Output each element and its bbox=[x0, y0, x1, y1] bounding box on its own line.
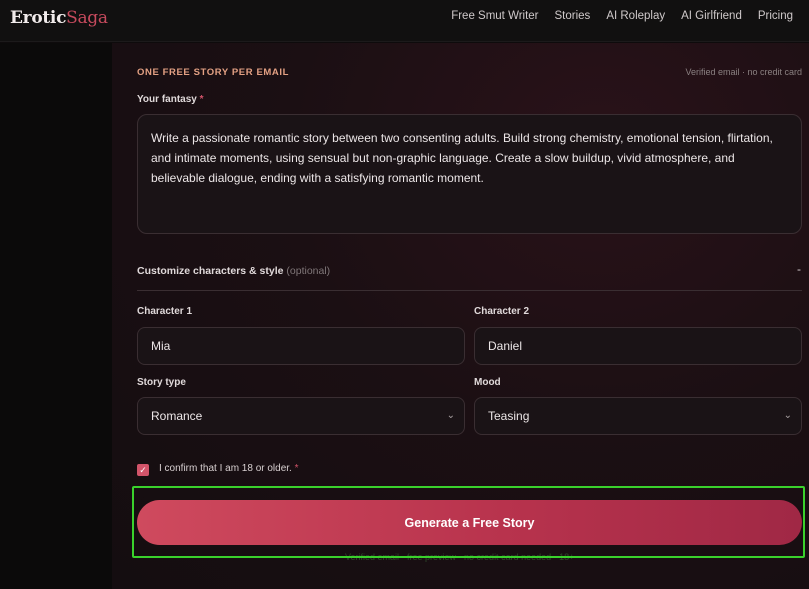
character2-label: Character 2 bbox=[474, 306, 530, 317]
nav-links: Free Smut Writer Stories AI Roleplay AI … bbox=[451, 10, 793, 22]
age-confirm-text: I confirm that I am 18 or older. bbox=[159, 463, 292, 474]
collapse-icon[interactable]: - bbox=[797, 262, 801, 276]
fantasy-label-text: Your fantasy bbox=[137, 94, 197, 105]
fantasy-label: Your fantasy * bbox=[137, 94, 204, 105]
left-gutter bbox=[0, 43, 112, 589]
story-type-select[interactable]: Romance ⌄ bbox=[137, 397, 465, 435]
mood-select[interactable]: Teasing ⌄ bbox=[474, 397, 802, 435]
nav-pricing[interactable]: Pricing bbox=[758, 10, 793, 22]
customize-toggle[interactable]: Customize characters & style (optional) bbox=[137, 265, 330, 277]
nav-ai-roleplay[interactable]: AI Roleplay bbox=[606, 10, 665, 22]
chevron-down-icon: ⌄ bbox=[783, 410, 792, 421]
nav-ai-girlfriend[interactable]: AI Girlfriend bbox=[681, 10, 742, 22]
top-nav-bar: EroticSaga Free Smut Writer Stories AI R… bbox=[0, 0, 809, 42]
mood-value: Teasing bbox=[488, 409, 530, 423]
verified-note: Verified email · no credit card bbox=[685, 67, 802, 77]
required-mark: * bbox=[199, 94, 204, 105]
mood-label: Mood bbox=[474, 377, 501, 388]
generate-story-button[interactable]: Generate a Free Story bbox=[137, 500, 802, 545]
story-type-value: Romance bbox=[151, 409, 203, 423]
customize-label: Customize characters & style bbox=[137, 265, 284, 277]
logo-text-2: Saga bbox=[66, 8, 108, 28]
logo[interactable]: EroticSaga bbox=[10, 8, 108, 28]
form-eyebrow: ONE FREE STORY PER EMAIL bbox=[137, 67, 289, 78]
check-icon: ✓ bbox=[139, 465, 147, 475]
age-confirm-label: I confirm that I am 18 or older. * bbox=[159, 463, 299, 474]
age-confirm-checkbox[interactable]: ✓ bbox=[137, 464, 149, 476]
section-divider bbox=[137, 290, 802, 291]
character1-input[interactable]: Mia bbox=[137, 327, 465, 365]
customize-optional: (optional) bbox=[286, 265, 331, 277]
story-type-label: Story type bbox=[137, 377, 186, 388]
nav-stories[interactable]: Stories bbox=[555, 10, 591, 22]
nav-free-smut-writer[interactable]: Free Smut Writer bbox=[451, 10, 538, 22]
chevron-down-icon: ⌄ bbox=[446, 410, 455, 421]
required-mark: * bbox=[294, 463, 299, 474]
character2-input[interactable]: Daniel bbox=[474, 327, 802, 365]
fantasy-textarea[interactable]: Write a passionate romantic story betwee… bbox=[137, 114, 802, 234]
logo-text-1: Erotic bbox=[10, 8, 67, 28]
character1-label: Character 1 bbox=[137, 306, 193, 317]
